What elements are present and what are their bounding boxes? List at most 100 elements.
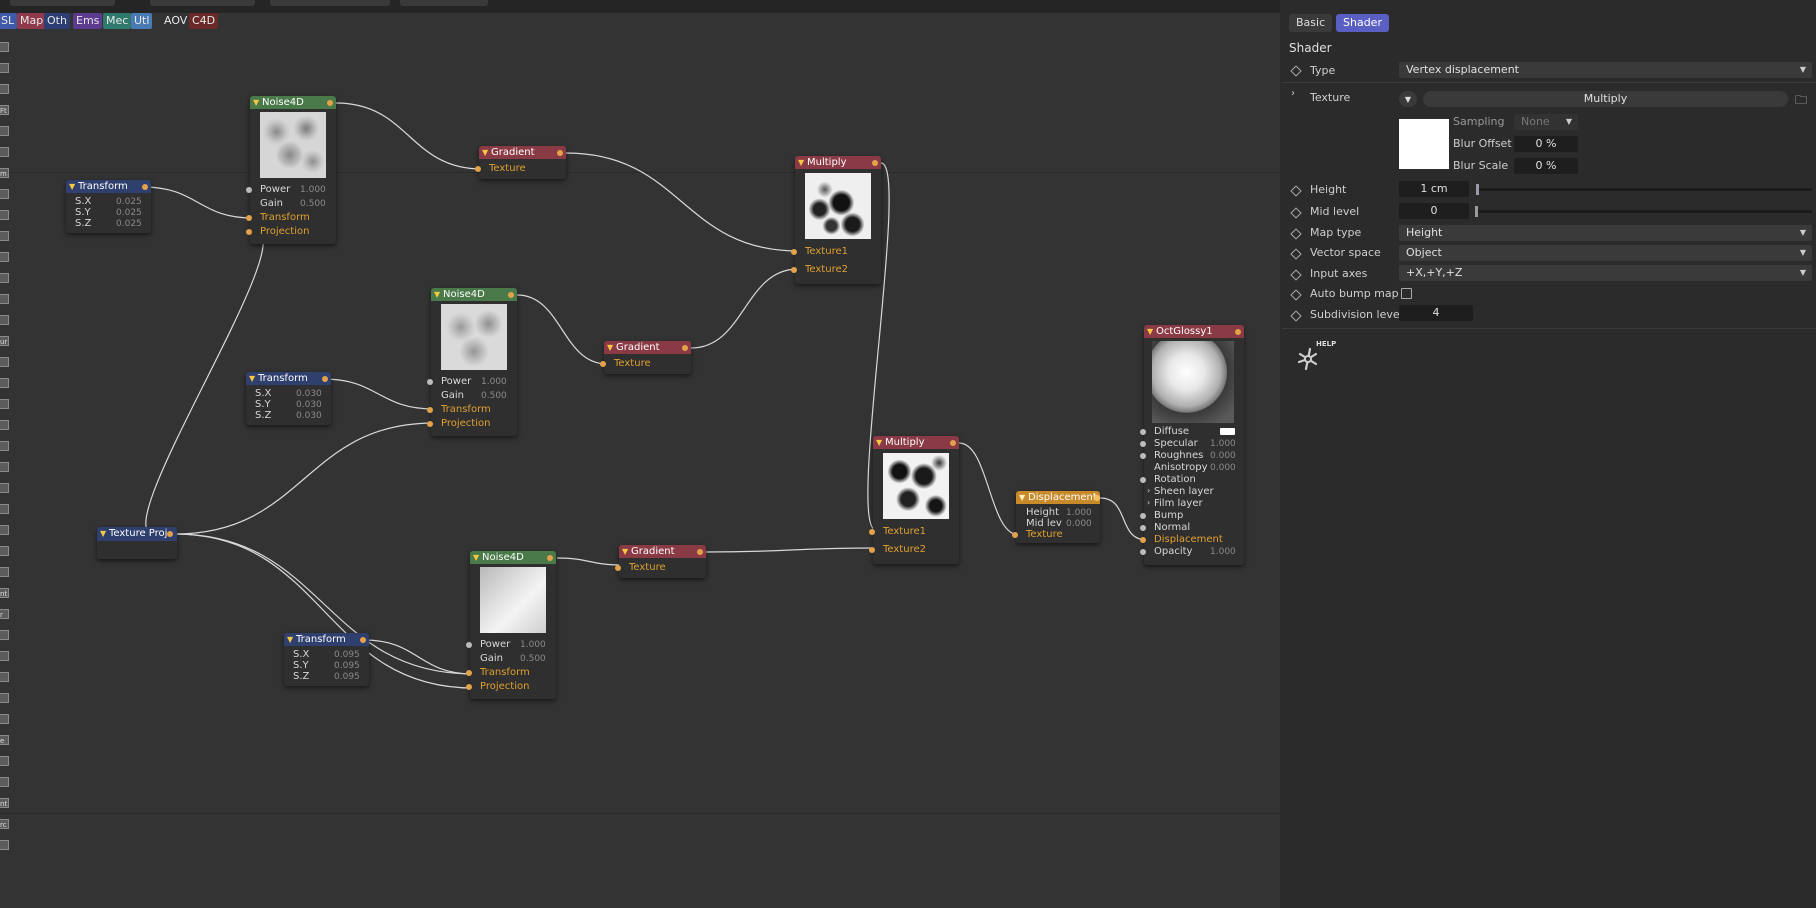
texture-menu-button[interactable]: ▼ — [1399, 91, 1417, 107]
input-port[interactable] — [1140, 441, 1146, 447]
height-field[interactable]: 1 cm — [1399, 181, 1469, 197]
node-header[interactable]: ▼ Multiply — [873, 436, 959, 449]
transform-node[interactable]: ▼ Transform S.X 0.025 S.Y 0.025 S.Z 0.025 — [66, 180, 151, 233]
diffuse-color-swatch[interactable] — [1220, 428, 1235, 435]
param-value[interactable]: 0.030 — [296, 400, 322, 410]
input-port[interactable] — [427, 407, 433, 413]
expand-arrow-icon[interactable]: › — [1147, 498, 1150, 507]
param-value[interactable]: 0.030 — [296, 411, 322, 421]
param-value[interactable]: 0.500 — [481, 391, 507, 401]
output-port[interactable] — [322, 376, 328, 382]
input-port[interactable] — [1012, 532, 1018, 538]
node-header[interactable]: ▼ Transform — [66, 180, 151, 193]
output-port[interactable] — [950, 440, 956, 446]
input-port[interactable] — [1140, 477, 1146, 483]
node-header[interactable]: ▼ Transform — [284, 633, 369, 646]
folder-icon[interactable]: 🗀 — [1795, 91, 1807, 112]
param-value[interactable]: 0.095 — [334, 650, 360, 660]
param-value[interactable]: 1.000 — [520, 640, 546, 650]
input-port[interactable] — [869, 547, 875, 553]
connection-wire[interactable] — [958, 442, 1020, 536]
node-header[interactable]: ▼ Gradient — [619, 545, 706, 558]
node-header[interactable]: ▼ Texture Proj — [97, 527, 177, 541]
mid-level-slider-handle[interactable] — [1475, 206, 1478, 217]
param-value[interactable]: 1.000 — [1210, 439, 1236, 449]
input-port[interactable] — [427, 379, 433, 385]
keyframe-diamond-icon[interactable] — [1290, 310, 1302, 322]
input-port[interactable] — [246, 215, 252, 221]
sampling-dropdown[interactable]: None ▼ — [1514, 114, 1578, 130]
node-header[interactable]: ▼ Transform — [246, 372, 331, 385]
chevron-right-icon[interactable]: › — [1291, 88, 1295, 99]
node-header[interactable]: ▼ OctGlossy1 — [1144, 325, 1244, 338]
map-type-dropdown[interactable]: Height ▼ — [1399, 225, 1812, 241]
output-port[interactable] — [697, 549, 703, 555]
sheen-layer-label[interactable]: Sheen layer — [1154, 486, 1214, 497]
connection-wire[interactable] — [705, 547, 877, 553]
gradient-node[interactable]: ▼ Gradient Texture — [600, 341, 691, 374]
subdivision-field[interactable]: 4 — [1399, 305, 1473, 321]
output-port[interactable] — [1235, 329, 1241, 335]
input-port[interactable] — [427, 421, 433, 427]
node-header[interactable]: ▼ Displacement — [1016, 491, 1100, 504]
input-port[interactable] — [600, 361, 606, 367]
input-port[interactable] — [1140, 513, 1146, 519]
input-port[interactable] — [1140, 549, 1146, 555]
octglossy-material-node[interactable]: ▼ OctGlossy1 Diffuse Specular 1.000 Roughn… — [1140, 325, 1244, 565]
input-port[interactable] — [791, 267, 797, 273]
output-port[interactable] — [142, 184, 148, 190]
output-port[interactable] — [167, 531, 173, 537]
param-value[interactable]: 0.025 — [116, 208, 142, 218]
connection-wire[interactable] — [556, 557, 623, 566]
connection-wire[interactable] — [690, 268, 799, 349]
input-port[interactable] — [466, 670, 472, 676]
input-port[interactable] — [1140, 525, 1146, 531]
node-header[interactable]: ▼ Gradient — [604, 341, 691, 354]
connection-wire[interactable] — [174, 422, 435, 535]
transform-node[interactable]: ▼ Transform S.X 0.095 S.Y 0.095 S.Z 0.095 — [284, 633, 369, 686]
gradient-node[interactable]: ▼ Gradient Texture — [475, 146, 566, 179]
input-port[interactable] — [791, 249, 797, 255]
input-port[interactable] — [615, 565, 621, 571]
output-port[interactable] — [1094, 495, 1100, 501]
film-layer-label[interactable]: Film layer — [1154, 498, 1203, 509]
noise4d-node[interactable]: ▼ Noise4D Power 1.000 Gain 0.500 Transform … — [246, 96, 336, 244]
expand-arrow-icon[interactable]: › — [1147, 486, 1150, 495]
blur-offset-field[interactable]: 0 % — [1514, 136, 1578, 152]
keyframe-diamond-icon[interactable] — [1290, 269, 1302, 281]
type-dropdown[interactable]: Vertex displacement ▼ — [1399, 62, 1812, 78]
node-editor[interactable]: SL Map Oth Ems Mec Utl AOV C4D Ft m ur nt r e nt rc ▼ T… — [0, 0, 1280, 908]
input-port[interactable] — [246, 187, 252, 193]
output-port[interactable] — [327, 100, 333, 106]
keyframe-diamond-icon[interactable] — [1290, 228, 1302, 240]
input-port[interactable] — [1140, 537, 1146, 543]
connection-wire[interactable] — [142, 186, 254, 219]
node-header[interactable]: ▼ Noise4D — [470, 551, 556, 564]
param-value[interactable]: 1.000 — [300, 185, 326, 195]
param-value[interactable]: 0.000 — [1066, 519, 1092, 529]
octane-help-icon[interactable]: HELP — [1294, 340, 1336, 374]
input-port[interactable] — [466, 642, 472, 648]
output-port[interactable] — [557, 150, 563, 156]
transform-node[interactable]: ▼ Transform S.X 0.030 S.Y 0.030 S.Z 0.030 — [246, 372, 331, 425]
node-header[interactable]: ▼ Multiply — [795, 156, 881, 169]
connection-wire[interactable] — [363, 639, 474, 675]
input-port[interactable] — [466, 684, 472, 690]
param-value[interactable]: 0.500 — [520, 654, 546, 664]
displacement-node[interactable]: ▼ Displacement Height 1.000 Mid lev 0.000 T… — [1012, 491, 1100, 543]
mid-level-field[interactable]: 0 — [1399, 203, 1469, 219]
keyframe-diamond-icon[interactable] — [1290, 248, 1302, 260]
node-header[interactable]: ▼ Noise4D — [250, 96, 336, 109]
auto-bump-checkbox[interactable] — [1401, 288, 1412, 299]
output-port[interactable] — [547, 555, 553, 561]
param-value[interactable]: 0.095 — [334, 661, 360, 671]
noise4d-node[interactable]: ▼ Noise4D Power 1.000 Gain 0.500 Transform … — [466, 551, 556, 699]
texture-shader-button[interactable]: Multiply — [1423, 91, 1788, 107]
connection-wire[interactable] — [1099, 497, 1148, 541]
height-slider[interactable] — [1476, 188, 1812, 191]
input-port[interactable] — [1140, 429, 1146, 435]
input-port[interactable] — [1140, 453, 1146, 459]
node-header[interactable]: ▼ Noise4D — [431, 288, 517, 301]
param-value[interactable]: 1.000 — [1210, 547, 1236, 557]
param-value[interactable]: 1.000 — [1066, 508, 1092, 518]
